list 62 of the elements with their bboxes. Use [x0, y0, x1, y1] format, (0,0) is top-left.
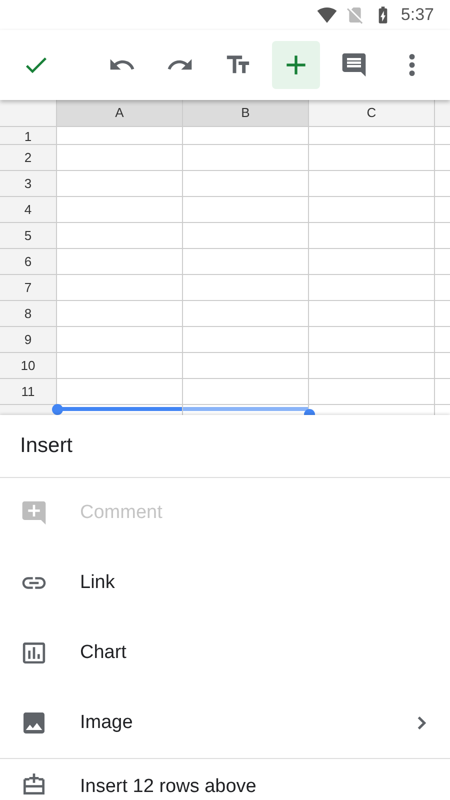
table-cell[interactable] — [183, 223, 309, 249]
table-cell[interactable] — [309, 223, 435, 249]
menu-item[interactable]: Image — [0, 688, 450, 758]
row-header[interactable]: 9 — [0, 327, 57, 353]
table-cell[interactable] — [57, 171, 183, 197]
table-cell[interactable] — [183, 197, 309, 223]
row-header[interactable]: 2 — [0, 145, 57, 171]
table-cell[interactable] — [309, 249, 435, 275]
table-cell[interactable] — [309, 145, 435, 171]
table-cell[interactable] — [183, 171, 309, 197]
table-cell[interactable] — [57, 353, 183, 379]
table-cell[interactable] — [57, 379, 183, 405]
table-cell[interactable] — [309, 275, 435, 301]
table-cell[interactable] — [57, 275, 183, 301]
row-header[interactable]: 7 — [0, 275, 57, 301]
row-header[interactable] — [0, 405, 57, 415]
menu-item[interactable]: Insert 12 rows above — [0, 759, 450, 799]
menu-item[interactable]: Chart — [0, 618, 450, 688]
column-header[interactable]: B — [183, 100, 309, 127]
table-cell[interactable] — [183, 145, 309, 171]
row-header[interactable]: 3 — [0, 171, 57, 197]
table-cell[interactable] — [57, 327, 183, 353]
row-header[interactable]: 10 — [0, 353, 57, 379]
comment-icon — [340, 51, 368, 79]
add-comment-icon — [20, 499, 48, 527]
table-cell[interactable] — [309, 353, 435, 379]
table-cell[interactable] — [57, 127, 183, 145]
table-cell[interactable] — [309, 127, 435, 145]
table-cell[interactable] — [309, 379, 435, 405]
table-cell[interactable] — [309, 171, 435, 197]
table-cell[interactable] — [309, 327, 435, 353]
table-cell[interactable] — [309, 301, 435, 327]
more-icon — [409, 54, 415, 76]
table-cell[interactable] — [183, 301, 309, 327]
row-header[interactable]: 5 — [0, 223, 57, 249]
table-cell[interactable] — [57, 223, 183, 249]
table-cell[interactable] — [183, 249, 309, 275]
row-header[interactable]: 6 — [0, 249, 57, 275]
clock: 5:37 — [400, 4, 434, 26]
table-cell[interactable] — [57, 301, 183, 327]
table-cell[interactable] — [183, 379, 309, 405]
insert-button[interactable] — [272, 41, 320, 89]
column-header[interactable]: A — [57, 100, 183, 127]
row-header[interactable]: 11 — [0, 379, 57, 405]
column-header[interactable] — [435, 100, 450, 127]
wifi-icon — [316, 5, 337, 25]
no-sim-icon — [344, 5, 365, 25]
table-cell[interactable] — [183, 275, 309, 301]
row-header[interactable]: 8 — [0, 301, 57, 327]
row-header[interactable]: 1 — [0, 127, 57, 145]
corner-cell[interactable] — [0, 100, 57, 127]
column-header[interactable]: C — [309, 100, 435, 127]
table-cell[interactable] — [183, 353, 309, 379]
table-cell[interactable] — [309, 197, 435, 223]
sheet-title: Insert — [20, 433, 73, 460]
table-cell[interactable] — [183, 327, 309, 353]
table-cell[interactable] — [57, 249, 183, 275]
menu-item[interactable]: Link — [0, 548, 450, 618]
row-header[interactable]: 4 — [0, 197, 57, 223]
table-cell[interactable] — [183, 127, 309, 145]
table-cell[interactable] — [57, 197, 183, 223]
table-cell[interactable] — [57, 145, 183, 171]
